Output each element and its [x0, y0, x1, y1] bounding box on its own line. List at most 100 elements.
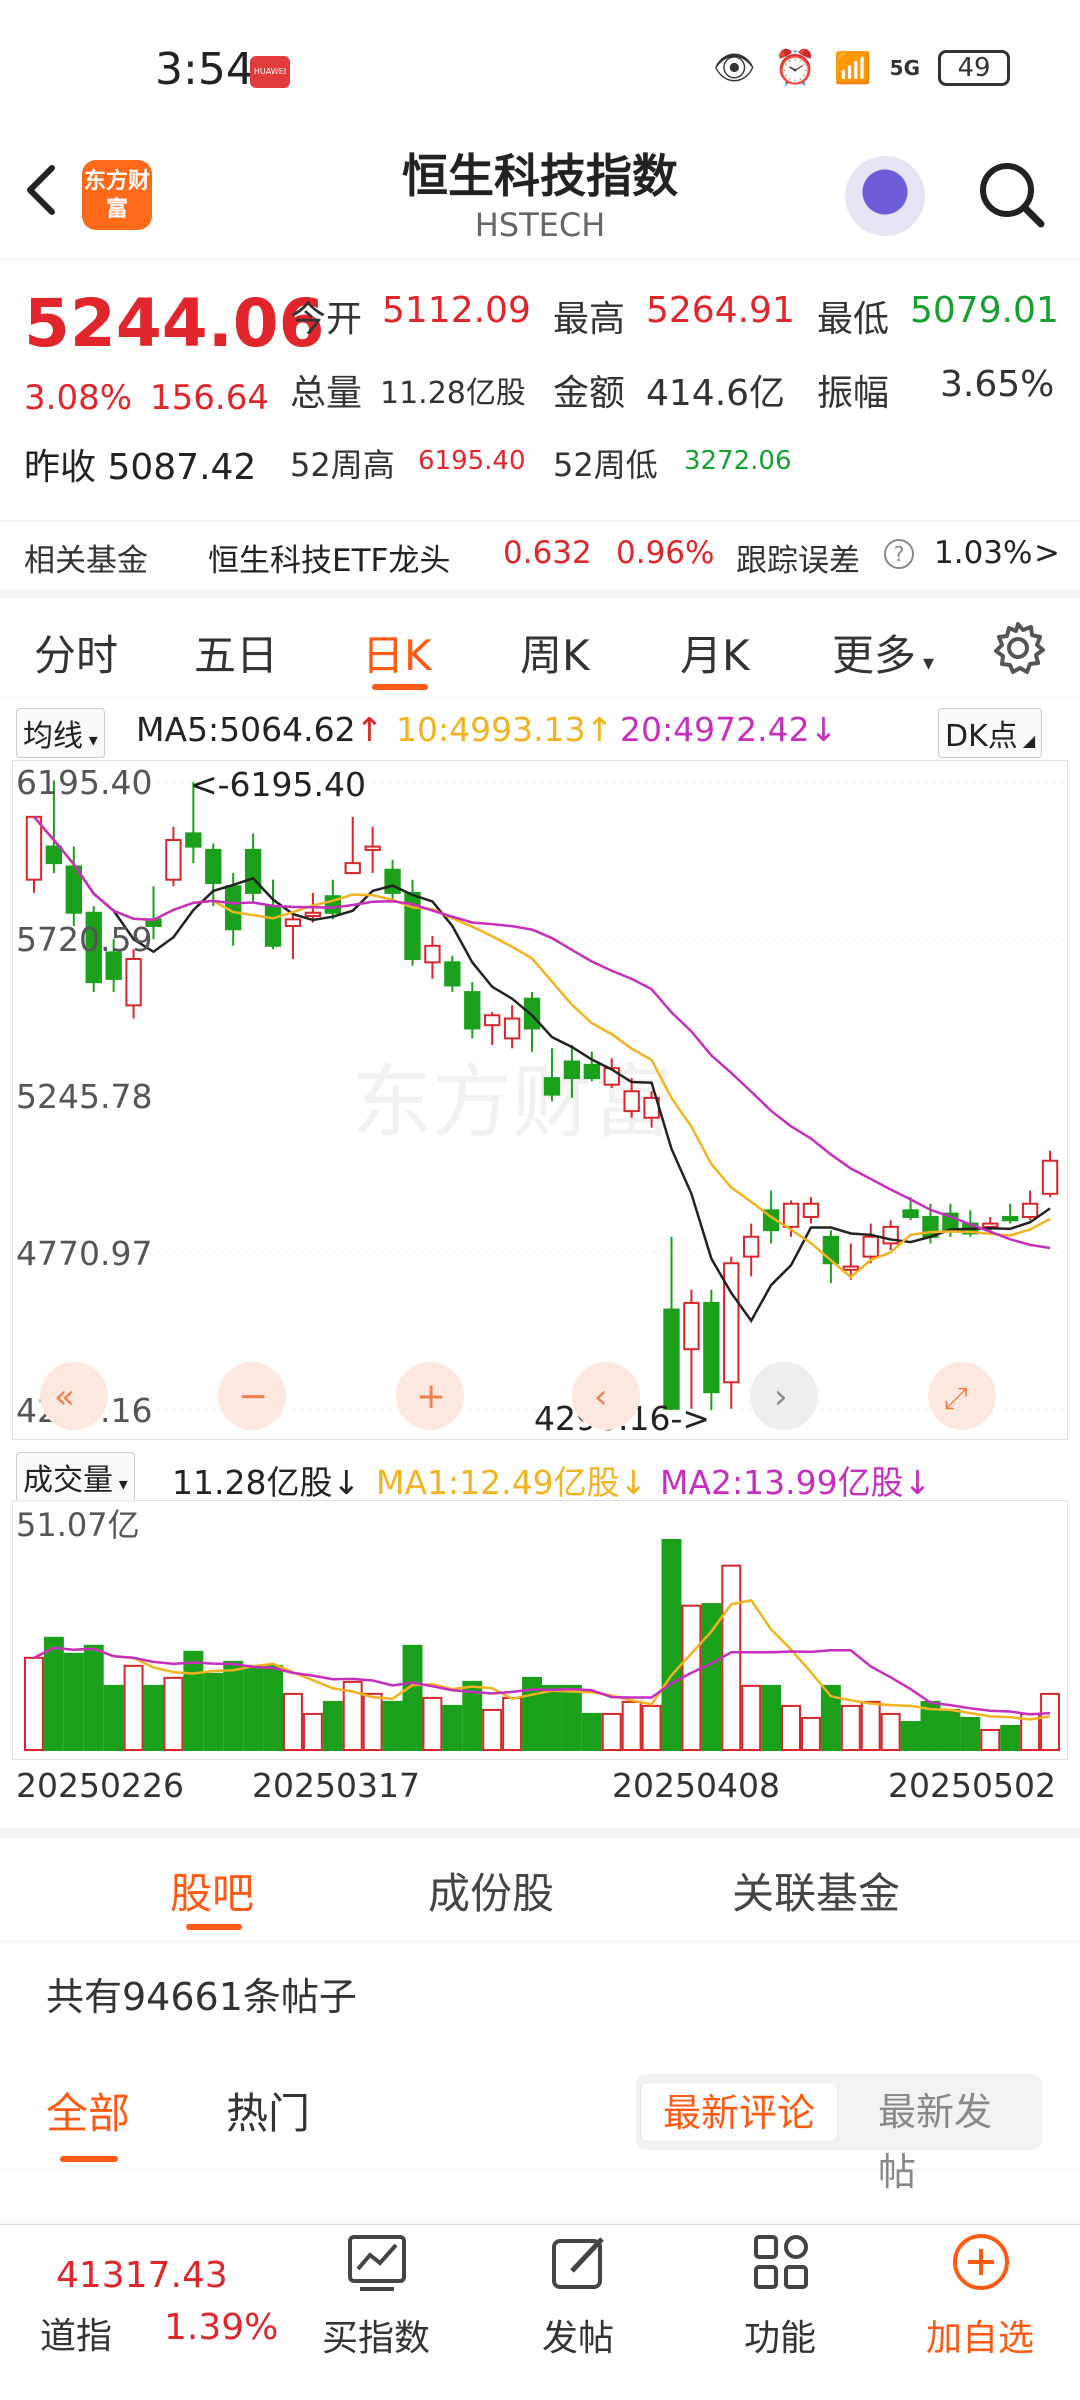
settings-button[interactable] — [990, 620, 1046, 680]
tab-intraday[interactable]: 分时 — [34, 622, 118, 683]
app-header: 东方财富 恒生科技指数 HSTECH — [0, 130, 1080, 260]
volume-bar — [402, 1644, 423, 1751]
function-label: 功能 — [743, 2318, 816, 2359]
volume-bar — [940, 1708, 961, 1751]
period-tabs: 分时 五日 日K 周K 月K 更多 ▾ — [0, 598, 1080, 698]
zoom-in-button[interactable]: + — [396, 1362, 464, 1430]
volume-bar — [422, 1696, 443, 1751]
tab-more[interactable]: 更多 ▾ — [832, 622, 934, 683]
volume-bar — [721, 1564, 742, 1752]
volume-bar — [880, 1712, 901, 1752]
tracking-error-value: 1.03% — [934, 535, 1033, 571]
community-tabs: 股吧 成份股 关联基金 — [0, 1838, 1080, 1942]
candle-body — [982, 1222, 999, 1228]
volume-bar — [581, 1712, 602, 1752]
active-tab-indicator — [372, 684, 428, 690]
grid-icon — [754, 2235, 808, 2289]
volume-bar — [263, 1664, 284, 1751]
high52-label: 52周高 — [290, 446, 395, 484]
sort-latest-post[interactable]: 最新发帖 — [856, 2082, 1042, 2194]
candle-body — [384, 868, 401, 894]
dk-point-button[interactable]: DK点 ◢ — [938, 708, 1043, 758]
tab-constituents[interactable]: 成份股 — [428, 1860, 554, 1921]
arrow-up-icon: ↑ — [585, 710, 614, 749]
filter-all[interactable]: 全部 — [46, 2080, 130, 2141]
tab-daily-k[interactable]: 日K — [362, 622, 432, 683]
ma20-text: 20:4972.42 — [620, 710, 810, 749]
buy-index-button[interactable]: 买指数 — [306, 2225, 446, 2400]
help-icon[interactable]: ? — [884, 539, 914, 569]
tab-related-funds[interactable]: 关联基金 — [732, 1860, 900, 1921]
tracking-error-label: 跟踪误差 — [736, 543, 860, 579]
plus-circle-icon — [953, 2234, 1009, 2290]
candle-body — [503, 1017, 521, 1040]
change-percent: 3.08% — [24, 378, 133, 418]
tab-weekly-k[interactable]: 周K — [520, 622, 590, 683]
divider — [0, 1828, 1080, 1838]
candle-body — [683, 1301, 700, 1351]
volume-selector[interactable]: 成交量 ▾ — [16, 1452, 135, 1502]
post-count: 共有94661条帖子 — [46, 1975, 357, 2019]
date-label: 20250226 — [16, 1766, 184, 1805]
search-button[interactable] — [975, 158, 1047, 230]
volume-chart[interactable]: 51.07亿 — [12, 1500, 1068, 1760]
post-filter-row: 全部 热门 最新评论 最新发帖 — [0, 2060, 1080, 2194]
candle-body — [723, 1262, 740, 1384]
zoom-out-button[interactable]: − — [218, 1362, 286, 1430]
open-value: 5112.09 — [382, 290, 531, 331]
tab-more-label: 更多 — [832, 631, 917, 680]
ma-selector[interactable]: 均线 ▾ — [16, 708, 105, 758]
candle-body — [1002, 1215, 1019, 1222]
volume-bar — [641, 1704, 662, 1751]
add-watchlist-label: 加自选 — [925, 2318, 1034, 2359]
candlestick-chart[interactable]: 东方财富 6195.405720.595245.784770.974296.16… — [12, 760, 1068, 1440]
related-fund-row[interactable]: 相关基金 恒生科技ETF龙头 0.632 0.96% 跟踪误差 ? 1.03% … — [0, 520, 1080, 590]
step-left-button[interactable]: ‹ — [572, 1362, 640, 1430]
post-button[interactable]: 发帖 — [508, 2225, 648, 2400]
volume-bar — [1000, 1724, 1021, 1751]
caret-down-icon: ▾ — [916, 651, 935, 676]
volume-value: 11.28亿股 — [380, 376, 526, 411]
candle-body — [842, 1265, 859, 1271]
status-time: 3:54 — [155, 44, 254, 95]
tab-five-day[interactable]: 五日 — [194, 622, 278, 683]
date-label: 20250408 — [612, 1766, 780, 1805]
candle-body — [165, 838, 182, 881]
volume-bar — [800, 1716, 821, 1752]
scroll-left-button[interactable]: « — [40, 1362, 108, 1430]
volume-bar — [960, 1716, 981, 1752]
filter-hot[interactable]: 热门 — [226, 2080, 310, 2141]
ma10-text: 10:4993.13 — [396, 710, 586, 749]
volume-bar — [143, 1684, 164, 1752]
network-label: 5G — [889, 56, 920, 80]
volume-bar — [561, 1684, 582, 1752]
volume-max-label: 51.07亿 — [16, 1506, 140, 1544]
edit-icon — [552, 2237, 604, 2289]
volume-bar — [601, 1712, 622, 1752]
wifi-icon: 📶 — [834, 50, 872, 86]
status-icons: 👁 ⏰ 📶 5G 49 — [713, 48, 1010, 88]
tab-guba[interactable]: 股吧 — [170, 1860, 254, 1921]
low-value: 5079.01 — [910, 290, 1059, 331]
assistant-robot-icon[interactable] — [845, 156, 925, 236]
candle-body — [782, 1202, 800, 1228]
arrow-down-icon: ↓ — [809, 710, 838, 749]
fullscreen-button[interactable]: ⤢ — [928, 1362, 996, 1430]
y-tick-label: 6195.40 — [16, 763, 152, 802]
amplitude-value: 3.65% — [940, 364, 1055, 405]
step-right-button[interactable]: › — [750, 1362, 818, 1430]
tab-monthly-k[interactable]: 月K — [680, 622, 750, 683]
fund-name: 恒生科技ETF龙头 — [208, 543, 451, 579]
function-button[interactable]: 功能 — [710, 2225, 850, 2400]
sort-latest-comment[interactable]: 最新评论 — [640, 2082, 839, 2142]
candle-body — [444, 961, 461, 987]
volume-indicator-row: 成交量 ▾ 11.28亿股↓ MA1:12.49亿股↓ MA2:13.99亿股↓ — [0, 1450, 1080, 1502]
volume-bar — [43, 1636, 64, 1751]
high-value: 5264.91 — [646, 290, 795, 331]
volume-bar — [860, 1700, 881, 1752]
add-watchlist-button[interactable]: 加自选 — [910, 2225, 1050, 2400]
ma20-value: 20:4972.42↓ — [620, 710, 837, 749]
app-screen: 3:54 HUAWEI 👁 ⏰ 📶 5G 49 东方财富 恒生科技指数 HSTE… — [0, 0, 1080, 2400]
ma5-value: MA5:5064.62↑ — [136, 710, 383, 749]
caret-down-icon: ▾ — [113, 1474, 128, 1495]
